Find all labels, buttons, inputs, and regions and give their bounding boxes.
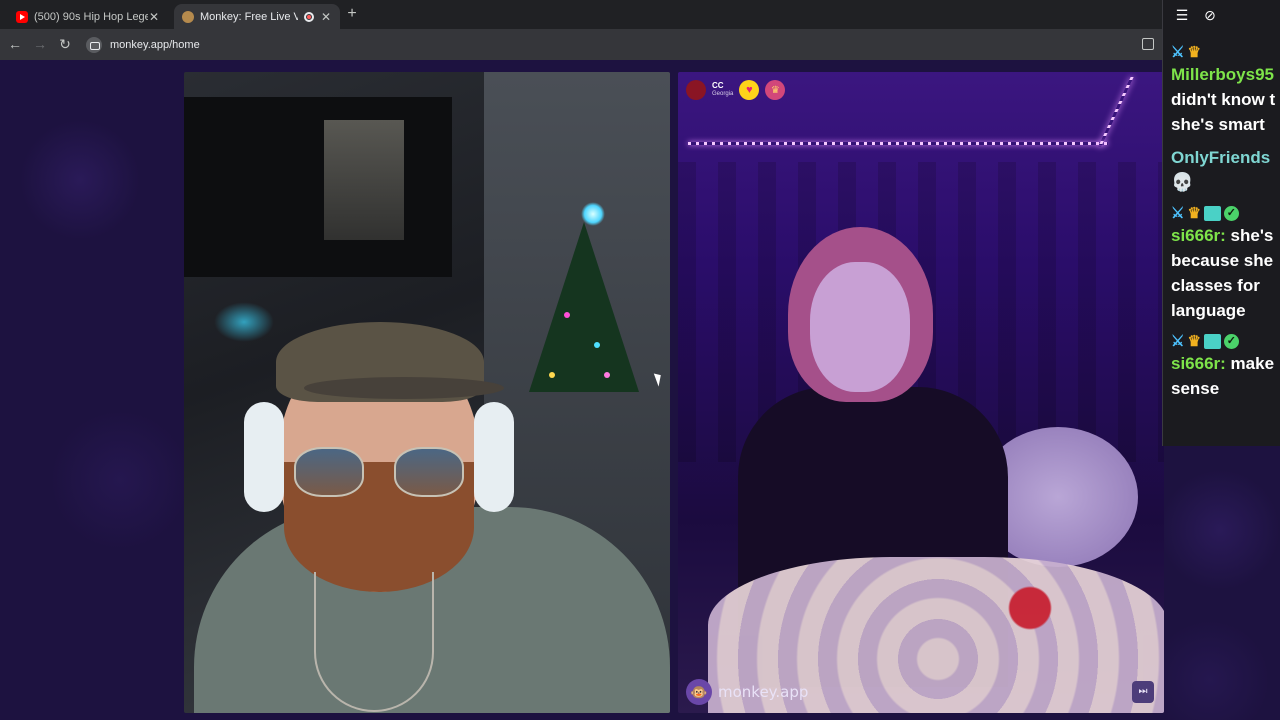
- verified-icon: ✓: [1223, 205, 1239, 221]
- self-video: [184, 72, 670, 713]
- tab-hip-hop[interactable]: (500) 90s Hip Hop Legends – 2 ✕: [8, 4, 168, 29]
- site-info-icon[interactable]: [86, 36, 102, 53]
- menu-icon[interactable]: ☰: [1175, 8, 1189, 22]
- chat-username: si666r:: [1171, 354, 1226, 373]
- tab-title: (500) 90s Hip Hop Legends – 2: [34, 10, 148, 23]
- chat-text: make: [1225, 354, 1275, 373]
- tab-strip: (500) 90s Hip Hop Legends – 2 ✕ Monkey: …: [0, 0, 1280, 29]
- background-tv: [184, 97, 452, 277]
- recording-icon: [304, 11, 314, 22]
- sword-icon: ⚔: [1171, 332, 1185, 350]
- chat-message: ⚔ ♛ ✓ si666r: she's because she classes …: [1171, 203, 1280, 323]
- chat-text: didn't know t: [1171, 90, 1276, 109]
- led-strip: [688, 142, 1108, 145]
- crown-icon: ♛: [1187, 204, 1201, 222]
- close-icon[interactable]: ✕: [148, 10, 160, 24]
- address-bar[interactable]: monkey.app/home: [86, 33, 1160, 56]
- reload-button[interactable]: ↻: [56, 35, 74, 53]
- url-text: monkey.app/home: [110, 38, 200, 51]
- peer-location: Georgia: [712, 91, 734, 97]
- headphone-left: [244, 402, 284, 512]
- chat-header: ☰ ⊘: [1163, 0, 1280, 30]
- peer-video: CC Georgia ♥ ♛ 🐵 monkey.app ⏭: [678, 72, 1164, 713]
- sword-icon: ⚔: [1171, 43, 1185, 61]
- monkey-logo-icon: 🐵: [686, 679, 712, 705]
- forward-button[interactable]: →: [31, 35, 49, 53]
- peer-avatar[interactable]: [686, 80, 706, 100]
- monkey-icon: [182, 10, 194, 23]
- chat-text: she's: [1225, 226, 1274, 245]
- sunglasses-left: [294, 447, 364, 497]
- sword-icon: ⚔: [1171, 204, 1185, 222]
- back-button[interactable]: ←: [6, 35, 24, 53]
- monkey-page: CC Georgia ♥ ♛ 🐵 monkey.app ⏭: [0, 60, 1280, 720]
- chat-text: classes for: [1171, 276, 1260, 295]
- peer-name: CC: [712, 81, 724, 90]
- chat-message: OnlyFriends 💀: [1171, 145, 1280, 195]
- chat-username: Millerboys95: [1171, 65, 1274, 84]
- sunglasses-right: [394, 447, 464, 497]
- chat-text: sense: [1171, 379, 1220, 398]
- close-icon[interactable]: ✕: [320, 10, 332, 24]
- gift-icon[interactable]: ♛: [765, 80, 786, 100]
- block-icon[interactable]: ⊘: [1203, 8, 1217, 22]
- verified-icon: ✓: [1223, 333, 1239, 349]
- watermark-text: monkey.app: [718, 683, 809, 701]
- chat-text: she's smart: [1171, 115, 1265, 134]
- tab-title: Monkey: Free Live Video Ch: [200, 10, 298, 23]
- chat-username: si666r:: [1171, 226, 1226, 245]
- christmas-tree: [529, 222, 639, 392]
- chat-badges: ⚔ ♛ ✓: [1171, 203, 1280, 223]
- badge-icon: [1203, 205, 1221, 221]
- tab-monkey[interactable]: Monkey: Free Live Video Ch ✕: [174, 4, 340, 29]
- browser-toolbar: ← → ↻ monkey.app/home: [0, 29, 1280, 60]
- peer-person-face: [810, 262, 910, 392]
- peer-info[interactable]: CC Georgia ♥ ♛: [686, 80, 786, 100]
- headphone-right: [474, 402, 514, 512]
- youtube-icon: [16, 10, 28, 23]
- chat-message: ⚔ ♛ Millerboys95 didn't know t she's sma…: [1171, 42, 1280, 137]
- badge-icon: [1203, 333, 1221, 349]
- chat-text: language: [1171, 301, 1246, 320]
- new-tab-button[interactable]: +: [344, 6, 360, 22]
- monkey-watermark: 🐵 monkey.app: [686, 679, 808, 705]
- chat-badges: ⚔ ♛ ✓: [1171, 331, 1280, 351]
- skull-icon: 💀: [1171, 172, 1194, 192]
- crown-icon: ♛: [1187, 43, 1201, 61]
- cast-icon[interactable]: [1142, 38, 1154, 50]
- necklace: [314, 572, 434, 712]
- chat-badges: ⚔ ♛: [1171, 42, 1280, 62]
- crown-icon: ♛: [1187, 332, 1201, 350]
- chat-messages: ⚔ ♛ Millerboys95 didn't know t she's sma…: [1163, 30, 1280, 401]
- chat-overlay: ☰ ⊘ ⚔ ♛ Millerboys95 didn't know t she's…: [1162, 0, 1280, 446]
- chat-message: ⚔ ♛ ✓ si666r: make sense: [1171, 331, 1280, 401]
- chat-text: because she: [1171, 251, 1274, 270]
- skip-button[interactable]: ⏭: [1132, 681, 1154, 703]
- chat-username: OnlyFriends: [1171, 148, 1271, 167]
- heart-icon[interactable]: ♥: [739, 80, 760, 100]
